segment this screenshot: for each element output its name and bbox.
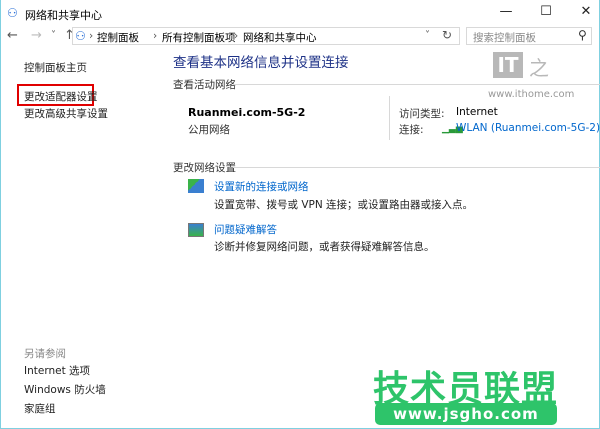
back-button[interactable]: ← xyxy=(7,28,18,43)
network-app-icon: ⚇ xyxy=(7,6,18,20)
page-title: 查看基本网络信息并设置连接 xyxy=(173,55,349,71)
see-also-firewall[interactable]: Windows 防火墙 xyxy=(24,382,106,397)
new-connection-icon xyxy=(188,179,204,193)
active-networks-title: 查看活动网络 xyxy=(173,79,236,91)
ithome-logo-char: 之 xyxy=(529,56,549,80)
divider xyxy=(389,96,390,140)
sidebar-item-adapter-settings[interactable]: 更改适配器设置 xyxy=(24,89,98,104)
troubleshoot-link[interactable]: 问题疑难解答 xyxy=(214,222,277,237)
maximize-button[interactable]: ☐ xyxy=(531,4,561,19)
minimize-button[interactable]: — xyxy=(491,4,521,19)
see-also-homegroup[interactable]: 家庭组 xyxy=(24,401,56,416)
ithome-watermark-url: www.ithome.com xyxy=(488,89,575,100)
window: ⚇ 网络和共享中心 — ☐ ✕ ← → ˅ ↑ ⚇ › 控制面板 › 所有控制面… xyxy=(0,0,600,429)
breadcrumb-item[interactable]: 所有控制面板项 xyxy=(162,30,236,45)
breadcrumb-item[interactable]: 控制面板 xyxy=(97,30,139,45)
jsgho-watermark-url: www.jsgho.com xyxy=(375,403,557,425)
troubleshoot-desc: 诊断并修复网络问题，或者获得疑难解答信息。 xyxy=(214,241,435,253)
access-type-value: Internet xyxy=(456,106,498,118)
access-type-label: 访问类型: xyxy=(399,108,445,120)
see-also-title: 另请参阅 xyxy=(24,348,66,360)
network-category[interactable]: 公用网络 xyxy=(188,122,230,137)
connection-label: 连接: xyxy=(399,124,424,136)
breadcrumb-separator: › xyxy=(89,30,94,42)
change-settings-title: 更改网络设置 xyxy=(173,162,236,174)
sidebar-item-home[interactable]: 控制面板主页 xyxy=(24,60,87,75)
breadcrumb-separator: › xyxy=(153,30,158,42)
address-dropdown-button[interactable]: ˅ xyxy=(425,30,430,41)
new-connection-link[interactable]: 设置新的连接或网络 xyxy=(214,179,309,194)
new-connection-desc: 设置宽带、拨号或 VPN 连接；或设置路由器或接入点。 xyxy=(214,199,474,211)
control-panel-icon: ⚇ xyxy=(75,29,86,43)
refresh-button[interactable]: ↻ xyxy=(442,28,452,42)
search-icon[interactable]: ⚲ xyxy=(578,28,587,42)
troubleshoot-icon xyxy=(188,223,204,237)
network-name: Ruanmei.com-5G-2 xyxy=(188,106,306,119)
sidebar-item-advanced-sharing[interactable]: 更改高级共享设置 xyxy=(24,106,108,121)
ithome-logo: IT xyxy=(493,52,523,78)
close-button[interactable]: ✕ xyxy=(571,4,600,19)
search-input[interactable]: 搜索控制面板 xyxy=(466,27,592,45)
forward-button[interactable]: → xyxy=(31,28,42,43)
divider xyxy=(233,84,600,85)
breadcrumb-item[interactable]: 网络和共享中心 xyxy=(243,30,317,45)
breadcrumb-separator: › xyxy=(234,30,239,42)
window-title: 网络和共享中心 xyxy=(25,9,102,22)
recent-locations-button[interactable]: ˅ xyxy=(51,30,56,41)
connection-link[interactable]: WLAN (Ruanmei.com-5G-2) xyxy=(456,122,600,134)
see-also-internet-options[interactable]: Internet 选项 xyxy=(24,363,90,378)
divider xyxy=(233,167,600,168)
